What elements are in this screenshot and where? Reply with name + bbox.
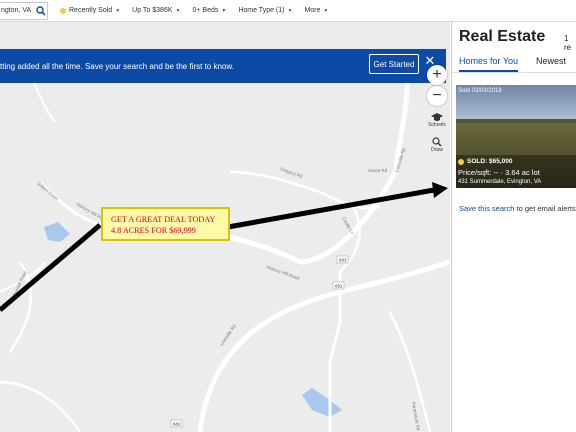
- annotation-arrow-line: [227, 187, 435, 230]
- route-shield-label: 691: [335, 284, 343, 289]
- caret-down-icon: ▼: [115, 7, 121, 14]
- road: [38, 180, 111, 229]
- app-window: ngton, VA Recently Sold ▼ Up To $386K ▼ …: [0, 0, 576, 432]
- promo-callout: GET A GREAT DEAL TODAY 4.8 ACRES FOR $69…: [101, 207, 230, 241]
- draw-button[interactable]: Draw: [427, 137, 447, 153]
- save-search-rest: to get email alerts: [514, 204, 576, 213]
- banner-text: tting added all the time. Save your sear…: [0, 61, 234, 71]
- filter-bar: ngton, VA Recently Sold ▼ Up To $386K ▼ …: [0, 0, 576, 22]
- filter-home-type[interactable]: Home Type (1) ▼: [232, 0, 298, 22]
- sold-status-dot-icon: [60, 7, 66, 14]
- page-title: Real Estate: [459, 28, 546, 45]
- sold-price-badge: SOLD: $65,000: [458, 158, 513, 165]
- results-count: 1 re: [564, 34, 572, 52]
- schools-button[interactable]: Schools: [427, 112, 447, 128]
- water-body: [44, 222, 70, 242]
- save-search-prompt: Save this search to get email alerts: [459, 204, 576, 213]
- road-label: Paramount Rd: [411, 401, 421, 431]
- tab-homes-for-you[interactable]: Homes for You: [459, 56, 519, 72]
- filter-label: Recently Sold: [69, 7, 113, 14]
- callout-line-2: 4.8 ACRES FOR $69,999: [111, 226, 196, 235]
- sold-date: Sold 03/03/2018: [458, 88, 502, 94]
- road-label: Hickory Hill Road: [266, 264, 301, 281]
- filter-listing-status[interactable]: Recently Sold ▼: [54, 0, 126, 22]
- listing-address: 431 Summerdale, Evington, VA: [458, 179, 542, 185]
- road-label: Gilbert Court: [36, 181, 59, 202]
- save-search-link[interactable]: Save this search: [459, 204, 514, 213]
- search-input[interactable]: ngton, VA: [0, 7, 35, 14]
- sold-status-dot-icon: [458, 158, 464, 165]
- zoom-out-button[interactable]: −: [427, 86, 447, 106]
- filter-label: Home Type (1): [238, 7, 285, 14]
- search-box[interactable]: ngton, VA: [0, 1, 48, 20]
- road-label: Gregory Rd: [280, 166, 304, 179]
- filter-more[interactable]: More ▼: [298, 0, 334, 22]
- road-label: Castle Ln: [341, 216, 355, 235]
- road: [388, 311, 432, 432]
- save-search-banner: tting added all the time. Save your sear…: [0, 49, 446, 83]
- tab-divider: [452, 72, 576, 73]
- results-panel: Real Estate 1 re Homes for You Newest So…: [451, 22, 576, 432]
- route-shield-label: 683: [339, 258, 347, 263]
- caret-down-icon: ▼: [221, 7, 227, 14]
- road-label: Hickory Hill Rd: [76, 202, 104, 221]
- search-icon[interactable]: [35, 5, 47, 16]
- road-label: Grace Rd: [368, 168, 388, 173]
- filter-beds[interactable]: 0+ Beds ▼: [186, 0, 232, 22]
- draw-icon: [432, 137, 442, 147]
- get-started-button[interactable]: Get Started: [369, 54, 419, 74]
- listing-card[interactable]: Sold 03/03/2018 SOLD: $65,000 Price/sqft…: [456, 85, 576, 188]
- caret-down-icon: ▼: [287, 7, 293, 14]
- filter-label: More: [304, 7, 321, 14]
- draw-label: Draw: [431, 147, 443, 153]
- caret-down-icon: ▼: [323, 7, 329, 14]
- tab-newest[interactable]: Newest: [536, 56, 566, 66]
- filter-label: Up To $386K: [132, 7, 173, 14]
- zoom-in-button[interactable]: +: [427, 65, 447, 85]
- sold-price: SOLD: $65,000: [467, 158, 513, 165]
- arrow-head-icon: [432, 182, 448, 198]
- listing-details: Price/sqft: -- · 3.64 ac lot: [458, 168, 540, 177]
- route-shield-label: 682: [173, 422, 181, 427]
- map-view[interactable]: Gilbert Court Hickory Hill Rd Hickory Hi…: [0, 22, 450, 432]
- filter-price[interactable]: Up To $386K ▼: [126, 0, 186, 22]
- graduation-cap-icon: [431, 113, 443, 121]
- callout-line-1: GET A GREAT DEAL TODAY: [111, 215, 216, 224]
- caret-down-icon: ▼: [175, 7, 181, 14]
- water-body: [302, 388, 342, 417]
- road: [0, 380, 82, 432]
- schools-label: Schools: [428, 122, 446, 128]
- filter-label: 0+ Beds: [192, 7, 219, 14]
- road-label: Leesville Rd: [219, 323, 237, 346]
